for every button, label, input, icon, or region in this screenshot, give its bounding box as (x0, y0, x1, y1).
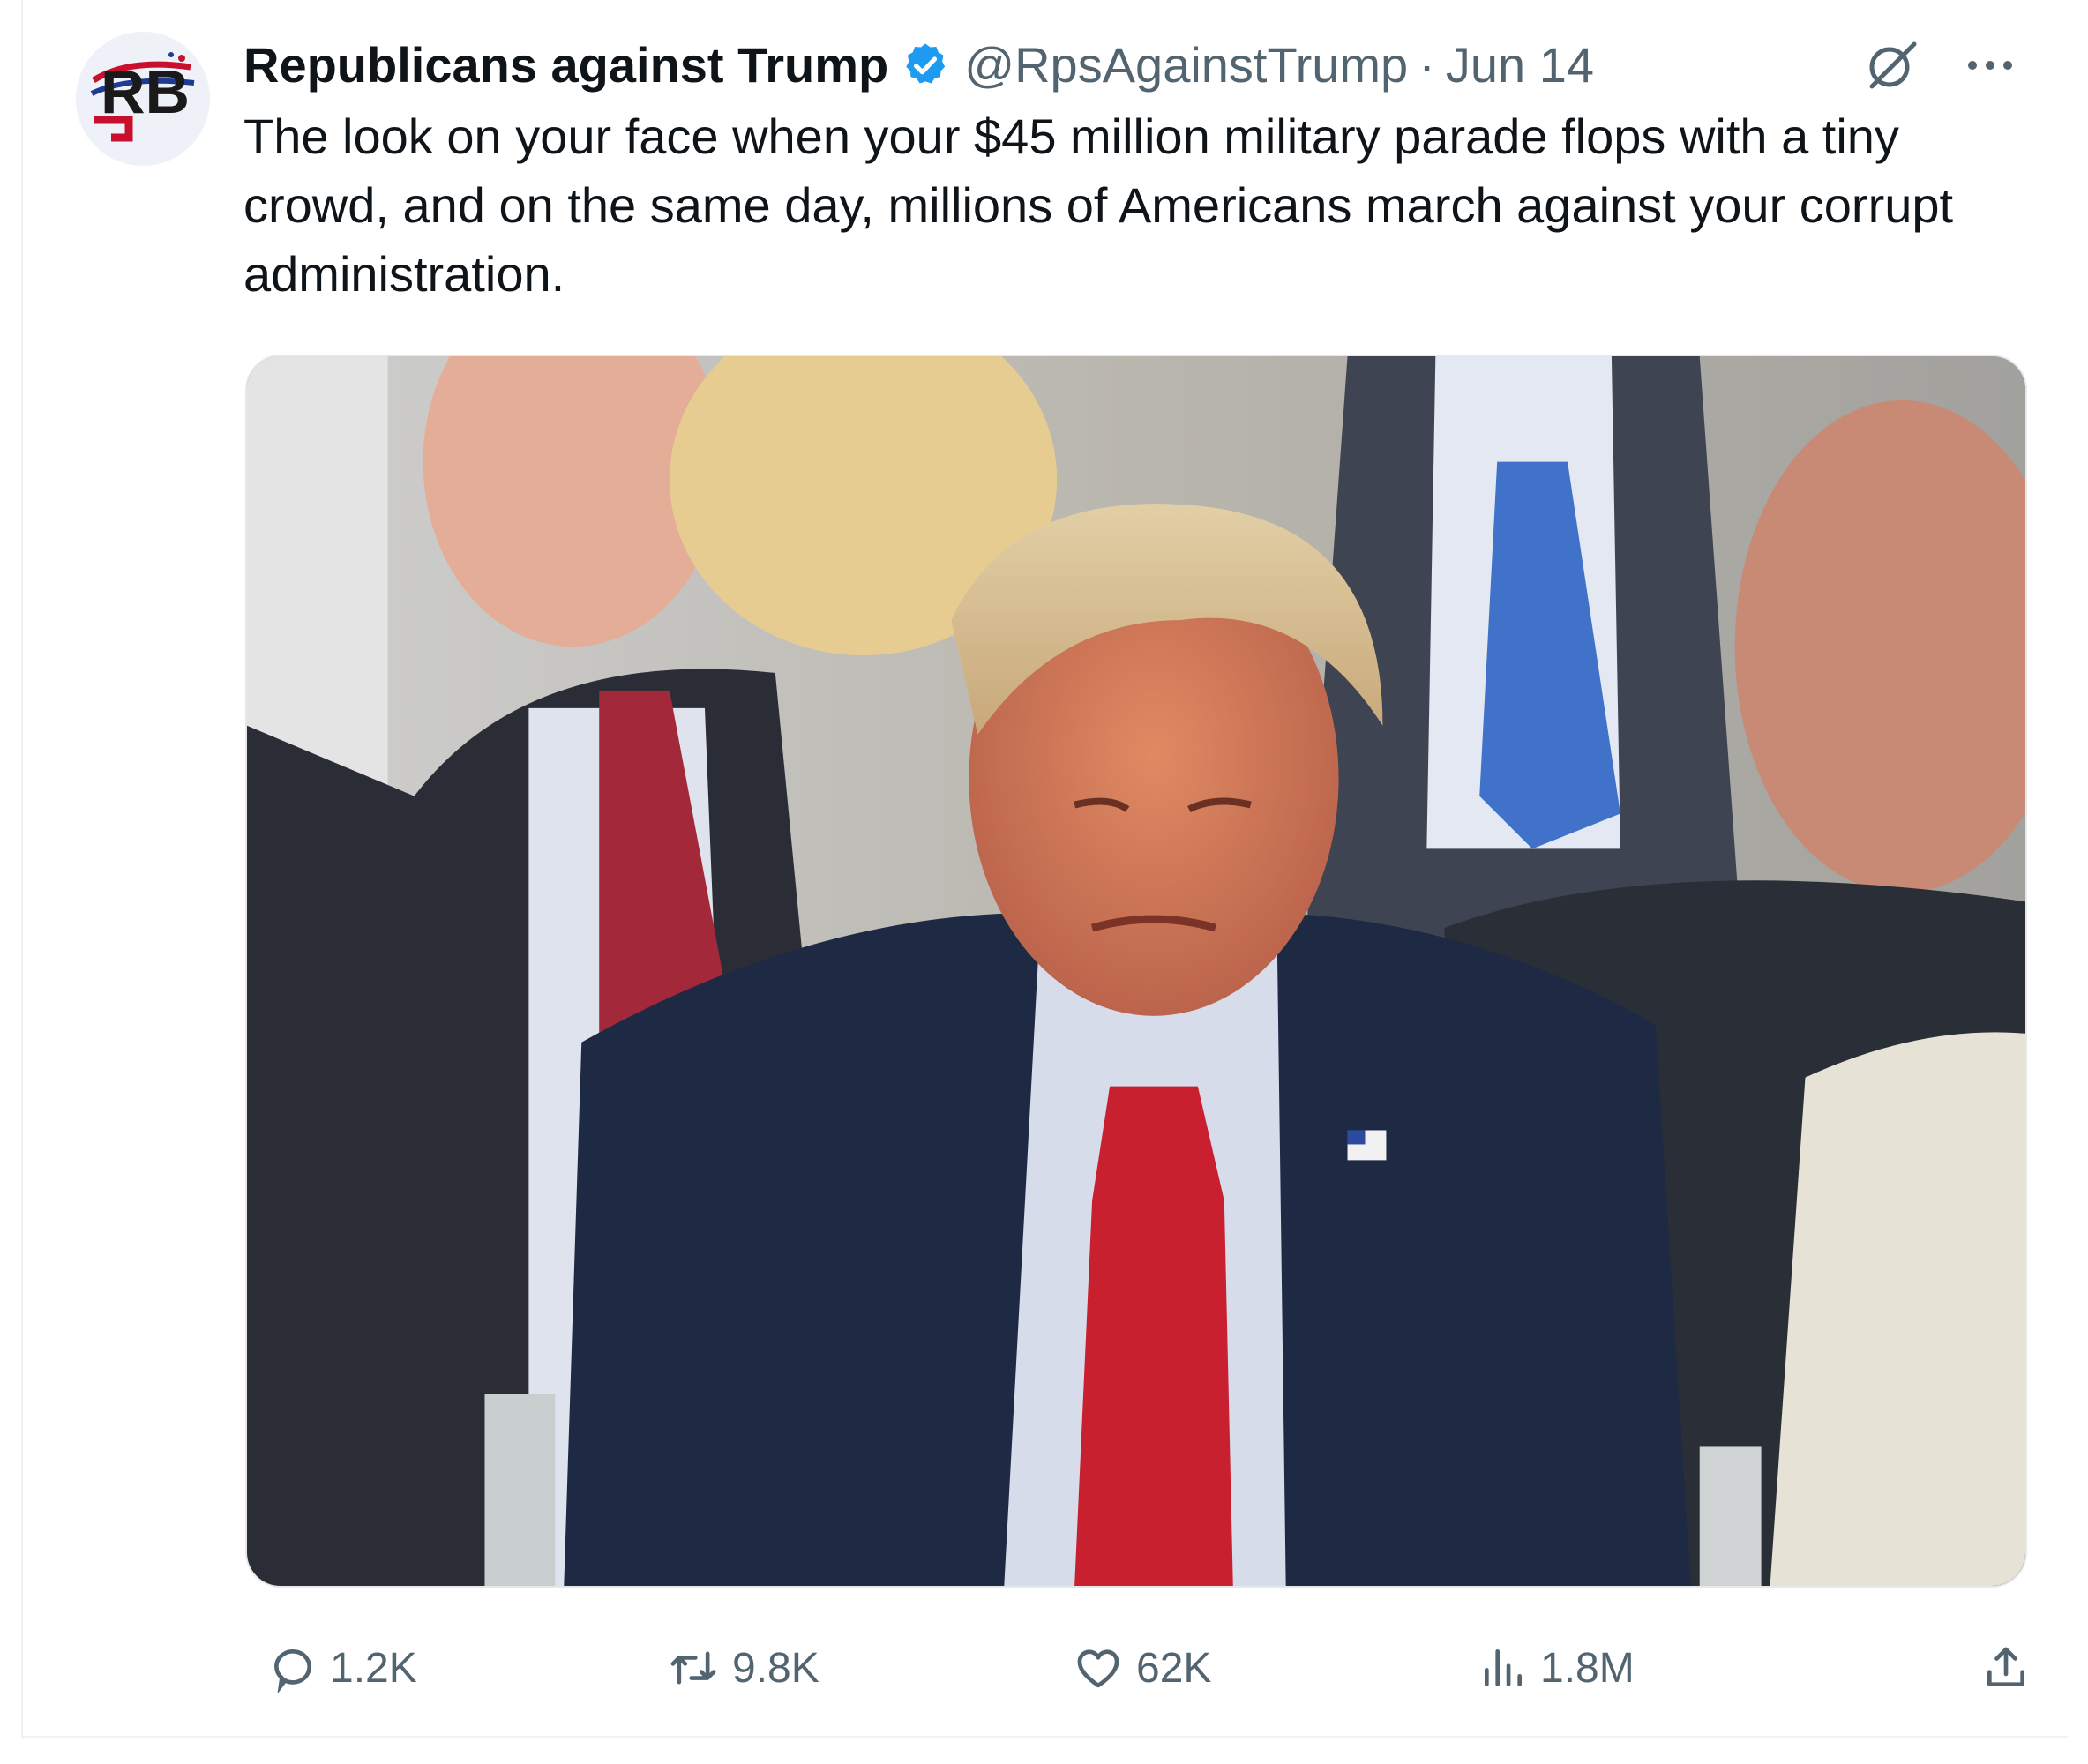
separator-dot: · (1418, 37, 1435, 93)
author-display-name[interactable]: Republicans against Trump (243, 32, 888, 99)
retweet-icon (670, 1651, 716, 1685)
grok-icon[interactable] (1863, 37, 1920, 93)
verified-badge-icon[interactable] (901, 41, 950, 90)
rb-logo-avatar: RB (76, 32, 210, 166)
like-button[interactable]: 62K (1073, 1628, 1211, 1708)
tweet-media-photo[interactable] (245, 355, 2027, 1588)
tweet-card[interactable]: RB Republicans against Trump @RpsAgainst… (21, 0, 2068, 1738)
photo-image (247, 356, 2025, 1586)
reply-count: 1.2K (330, 1644, 417, 1692)
retweet-count: 9.8K (732, 1644, 819, 1692)
views-count: 1.8M (1540, 1644, 1635, 1692)
tweet-header: Republicans against Trump @RpsAgainstTru… (243, 32, 2068, 99)
share-icon (1987, 1647, 2024, 1686)
views-button[interactable]: 1.8M (1478, 1628, 1635, 1708)
author-handle[interactable]: @RpsAgainstTrump (964, 32, 1408, 99)
tweet-actions: 1.2K 9.8K 62K 1.8M (243, 1628, 2043, 1708)
like-count: 62K (1136, 1644, 1212, 1692)
like-icon (1077, 1649, 1119, 1688)
share-button[interactable] (1981, 1628, 2043, 1708)
reply-button[interactable]: 1.2K (268, 1628, 417, 1708)
header-actions (1863, 32, 2015, 99)
avatar-letter-r: RB (101, 57, 190, 126)
views-icon (1485, 1649, 1522, 1686)
tweet-text: The look on your face when your $45 mill… (243, 108, 1954, 302)
tweet-date[interactable]: Jun 14 (1446, 32, 1594, 99)
reply-icon (273, 1649, 311, 1693)
more-icon[interactable] (1965, 56, 2015, 74)
author-avatar[interactable]: RB (76, 32, 210, 166)
retweet-button[interactable]: 9.8K (667, 1628, 819, 1708)
